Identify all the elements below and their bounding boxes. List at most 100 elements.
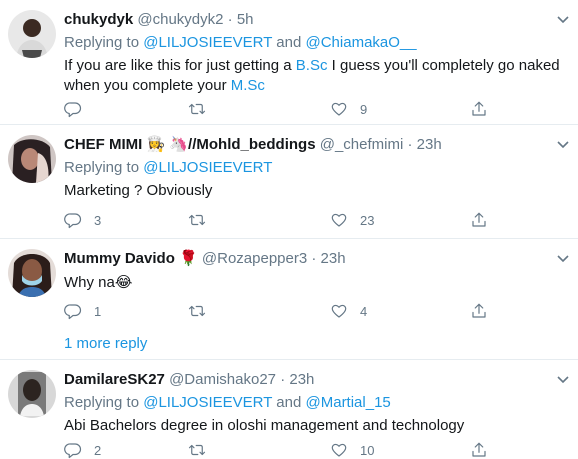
retweet-icon [188, 214, 206, 226]
display-name-text: CHEF MIMI [64, 136, 143, 153]
share-button[interactable] [470, 301, 488, 321]
display-name[interactable]: chukydyk [64, 11, 133, 28]
text-segment: Why na [64, 274, 115, 291]
replying-to: Replying to @LILJOSIEEVERT and @Martial_… [64, 393, 570, 413]
like-count: 4 [360, 303, 368, 319]
separator: · [223, 11, 237, 28]
chevron-down-icon[interactable] [556, 137, 570, 151]
reply-button[interactable]: 3 [64, 210, 101, 230]
reply-button[interactable]: 1 [64, 301, 101, 321]
retweet-button[interactable] [188, 301, 218, 321]
display-name[interactable]: Mummy Davido 🌹 [64, 250, 198, 267]
timestamp[interactable]: 23h [321, 250, 346, 267]
avatar[interactable] [8, 370, 56, 418]
like-count: 10 [360, 442, 375, 458]
mention-link[interactable]: @LILJOSIEEVERT [143, 159, 272, 176]
retweet-icon [188, 103, 206, 115]
reply-button[interactable] [64, 99, 94, 119]
chevron-down-icon[interactable] [556, 251, 570, 265]
reply-count: 1 [94, 303, 102, 319]
avatar[interactable] [8, 249, 56, 297]
heart-icon [331, 102, 347, 116]
mention-link[interactable]: @LILJOSIEEVERT [143, 394, 272, 411]
replying-to: Replying to @LILJOSIEEVERT and @Chiamaka… [64, 33, 570, 53]
share-button[interactable] [470, 99, 488, 119]
chevron-down-icon[interactable] [556, 12, 570, 26]
reply-icon [64, 102, 82, 118]
reply-icon [64, 213, 82, 229]
like-count: 9 [360, 101, 368, 117]
separator: · [276, 371, 290, 388]
separator: · [307, 250, 321, 267]
handle[interactable]: @Rozapepper3 [202, 250, 307, 267]
tweet-header: chukydyk @chukydyk2 · 5h [64, 10, 570, 30]
text-segment: I guess you'll completely go naked [327, 57, 560, 74]
reply-icon [64, 304, 82, 320]
tweet-text: Marketing ? Obviously [64, 182, 213, 199]
reply-icon [64, 443, 82, 459]
display-name-text: Mummy Davido [64, 250, 175, 267]
share-icon [472, 101, 486, 116]
display-name-suffix: //Mohld_beddings [188, 136, 316, 153]
text-link[interactable]: M.Sc [231, 77, 265, 94]
replying-prefix: Replying to [64, 34, 144, 51]
replying-prefix: Replying to [64, 159, 144, 176]
like-button[interactable]: 4 [330, 301, 367, 321]
like-button[interactable]: 10 [330, 440, 374, 459]
tweet[interactable]: Mummy Davido 🌹 @Rozapepper3 · 23h Why na… [0, 239, 578, 329]
reply-count: 3 [94, 212, 102, 228]
mention-link[interactable]: @LILJOSIEEVERT [143, 34, 272, 51]
reply-button[interactable]: 2 [64, 440, 101, 459]
tweet[interactable]: CHEF MIMI 👩‍🍳 🦄//Mohld_beddings @_chefmi… [0, 125, 578, 238]
text-link[interactable]: B.Sc [296, 57, 328, 74]
avatar[interactable] [8, 135, 56, 183]
share-icon [472, 442, 486, 457]
rose-emoji-icon: 🌹 [179, 250, 198, 267]
avatar[interactable] [8, 10, 56, 58]
handle[interactable]: @Damishako27 [169, 371, 276, 388]
like-button[interactable]: 23 [330, 210, 374, 230]
retweet-icon [188, 305, 206, 317]
heart-icon [331, 443, 347, 457]
heart-icon [331, 213, 347, 227]
mention-link[interactable]: @Martial_15 [306, 394, 391, 411]
timestamp[interactable]: 23h [289, 371, 314, 388]
tweet-text: Abi Bachelors degree in oloshi managemen… [64, 417, 465, 434]
retweet-icon [188, 444, 206, 456]
chevron-down-icon[interactable] [556, 372, 570, 386]
tweet-text: If you are like this for just getting a … [64, 56, 570, 96]
tweet[interactable]: DamilareSK27 @Damishako27 · 23h Replying… [0, 360, 578, 459]
heart-icon [331, 304, 347, 318]
like-button[interactable]: 9 [330, 99, 367, 119]
timestamp[interactable]: 5h [237, 11, 254, 28]
share-button[interactable] [470, 210, 488, 230]
timestamp[interactable]: 23h [417, 136, 442, 153]
tweet[interactable]: chukydyk @chukydyk2 · 5h Replying to @LI… [0, 0, 578, 124]
text-segment: when you complete your [64, 77, 231, 94]
replying-to: Replying to @LILJOSIEEVERT [64, 158, 570, 178]
unicorn-emoji-icon: 🦄 [169, 136, 189, 153]
tweet-header: DamilareSK27 @Damishako27 · 23h [64, 370, 570, 390]
retweet-button[interactable] [188, 99, 218, 119]
retweet-button[interactable] [188, 440, 218, 459]
text-segment: If you are like this for just getting a [64, 57, 296, 74]
chef-emoji-icon: 👩‍🍳 [146, 136, 166, 153]
share-icon [472, 212, 486, 227]
tweet-header: CHEF MIMI 👩‍🍳 🦄//Mohld_beddings @_chefmi… [64, 135, 570, 155]
mention-link[interactable]: @ChiamakaO__ [306, 34, 417, 51]
replying-and: and [272, 34, 306, 51]
retweet-button[interactable] [188, 210, 218, 230]
separator: · [403, 136, 417, 153]
display-name[interactable]: CHEF MIMI 👩‍🍳 🦄//Mohld_beddings [64, 136, 316, 153]
tweet-header: Mummy Davido 🌹 @Rozapepper3 · 23h [64, 249, 570, 269]
handle[interactable]: @_chefmimi [320, 136, 404, 153]
share-icon [472, 303, 486, 318]
show-more-replies-link[interactable]: 1 more reply [64, 334, 147, 354]
tweet-text: Why na😂 [64, 273, 570, 293]
replying-and: and [272, 394, 306, 411]
display-name[interactable]: DamilareSK27 [64, 371, 165, 388]
share-button[interactable] [470, 440, 488, 459]
replying-prefix: Replying to [64, 394, 144, 411]
laughing-emoji-icon: 😂 [114, 274, 133, 291]
handle[interactable]: @chukydyk2 [137, 11, 223, 28]
